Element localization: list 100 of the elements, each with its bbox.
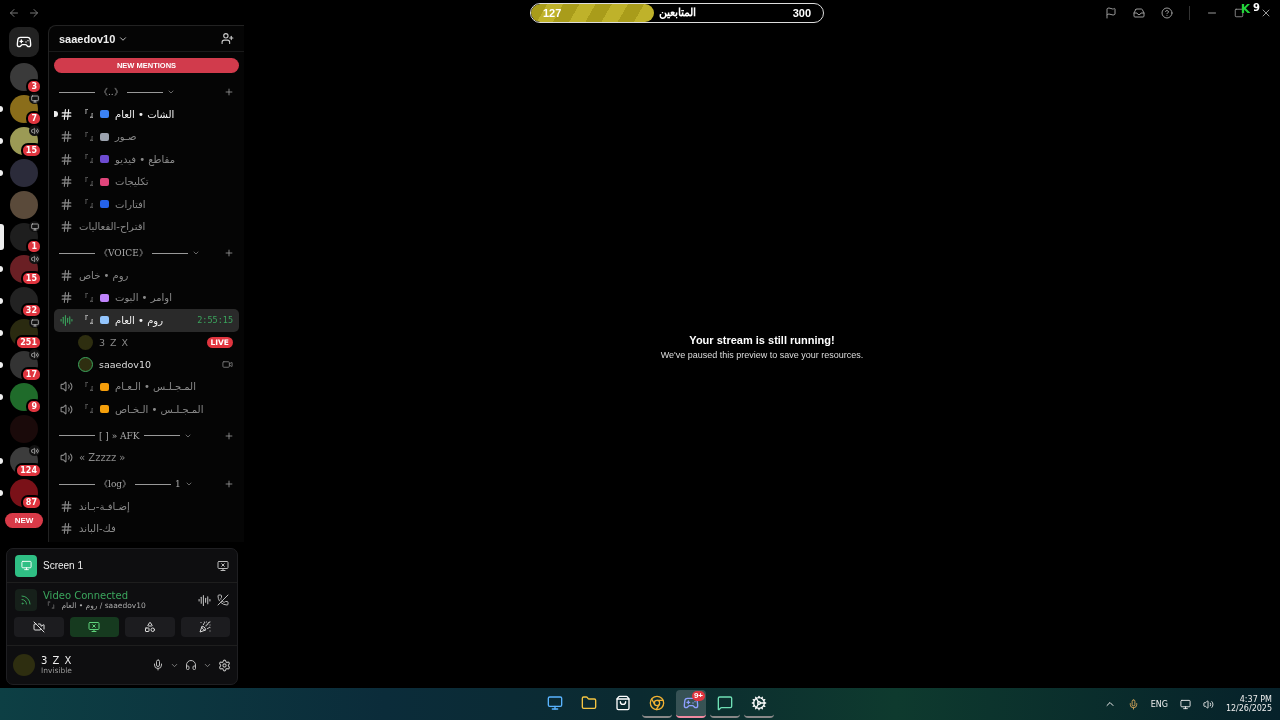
add-channel-icon[interactable] [224, 430, 234, 441]
inbox-icon[interactable] [1133, 6, 1145, 19]
connection-status: Video Connected [43, 589, 130, 601]
progress-current: 127 [543, 6, 562, 19]
hash-icon [60, 499, 73, 513]
add-channel-icon[interactable] [224, 248, 234, 258]
screen-avatar-icon [15, 554, 37, 577]
volume-icon[interactable] [1202, 698, 1214, 710]
clock-time[interactable]: 4:37 PM [1239, 695, 1272, 704]
audio-wave-icon [60, 313, 73, 327]
channel-name: الشات • العام [115, 108, 175, 120]
screen-share-icon [88, 621, 101, 633]
channel-name: فك-الباند [79, 523, 116, 535]
stop-stream-icon[interactable] [217, 559, 229, 572]
chevron-icon[interactable] [191, 249, 200, 257]
speaker-icon [60, 402, 73, 416]
camera-button[interactable] [14, 617, 64, 637]
channel-bracket: 『』 [79, 379, 99, 394]
channel-row[interactable]: 『』 صـور [54, 125, 239, 148]
headphones-button[interactable] [185, 659, 197, 671]
channel-row[interactable]: 『』 المـجـلـس • الـعـام [54, 375, 239, 398]
folder-icon [581, 695, 597, 711]
invite-icon[interactable] [221, 32, 234, 45]
hash-icon [60, 220, 73, 234]
category-name[interactable]: [ ] » AFK [99, 430, 140, 441]
progress-goal: 300 [792, 6, 811, 19]
channel-bracket: 『』 [79, 313, 99, 328]
channel-row[interactable]: فك-الباند [54, 517, 239, 540]
add-channel-icon[interactable] [224, 479, 234, 489]
channel-row[interactable]: إضـافـة-بـاند [54, 495, 239, 518]
channel-row[interactable]: « Zzzzz » [54, 446, 239, 469]
user-avatar [78, 357, 93, 372]
mention-count: 1 [26, 239, 42, 254]
chevron-icon[interactable] [166, 88, 175, 96]
clock-date[interactable]: 12/26/2025 [1225, 704, 1272, 713]
channel-name: مقاطع • فيديو [115, 153, 175, 165]
channel-row[interactable]: اقتراح-الفعاليات [54, 215, 239, 238]
channel-row[interactable]: 『』 مقاطع • فيديو [54, 148, 239, 171]
mention-count: 251 [15, 335, 42, 350]
overlay-letter: K [1240, 1, 1251, 16]
maximize-icon[interactable] [1234, 7, 1244, 18]
hash-icon [60, 197, 73, 211]
mention-count: 7 [26, 111, 42, 126]
mic-button[interactable] [152, 659, 164, 671]
chat-icon [717, 695, 733, 711]
app-logo[interactable] [9, 27, 39, 57]
call-timer: 2:55:15 [197, 315, 233, 326]
screen-button[interactable] [69, 617, 119, 637]
channel-row[interactable]: 『』 افتارات [54, 193, 239, 216]
channel-name: روم • خاص [79, 269, 129, 281]
help-icon[interactable] [1161, 6, 1173, 19]
language-indicator[interactable]: ENG [1150, 699, 1168, 709]
camera-off-icon [32, 621, 45, 633]
channel-name: افتارات [115, 198, 146, 210]
channel-row[interactable]: 『』 الشات • العام [54, 103, 239, 126]
add-channel-icon[interactable] [224, 87, 234, 97]
taskbar-app[interactable]: 9+ [676, 690, 706, 718]
settings-button[interactable] [218, 658, 231, 672]
network-icon[interactable] [1179, 698, 1191, 710]
mention-count: 87 [20, 495, 42, 510]
channel-name: تكليجات [115, 176, 149, 188]
mic-icon[interactable] [1127, 698, 1139, 710]
mention-count: 17 [20, 367, 42, 382]
category-count: 1 [175, 479, 181, 489]
mention-count: 32 [20, 303, 42, 318]
notification-badge: 9+ [691, 691, 705, 701]
channel-name: صـور [115, 131, 137, 143]
soundboard-button[interactable] [180, 617, 230, 637]
channel-row[interactable]: 『』 اوامر • البوت [54, 286, 239, 309]
channel-row[interactable]: 『』 المـجـلـس • الـخـاص [54, 398, 239, 421]
mention-count: 15 [20, 143, 42, 158]
flag-icon[interactable] [1105, 6, 1117, 19]
cog-icon [751, 695, 767, 711]
user-name[interactable]: saaedov10 [99, 359, 151, 370]
category-name[interactable]: 《VOICE》 [99, 246, 148, 260]
channel-name: اوامر • البوت [115, 292, 172, 304]
hash-icon [60, 522, 73, 536]
hash-icon [60, 152, 73, 166]
hash-icon [60, 268, 73, 282]
party-icon [199, 621, 212, 633]
category-name[interactable]: 《..》 [99, 85, 123, 99]
hash-icon [60, 107, 73, 121]
activities-button[interactable] [125, 617, 175, 637]
channel-name: اقتراح-الفعاليات [79, 221, 146, 233]
back-icon[interactable] [8, 6, 20, 19]
chevron-icon[interactable] [184, 480, 193, 488]
server-avatar[interactable] [10, 383, 38, 411]
new-unreads-pill[interactable]: NEW [4, 513, 44, 528]
user-name[interactable]: 3 Z X [99, 337, 130, 348]
category-name[interactable]: 《log》 [99, 477, 132, 491]
signal-icon [15, 589, 37, 611]
hang-up-icon[interactable] [217, 594, 229, 606]
shapes-icon [143, 621, 156, 633]
mention-count: 9 [26, 399, 42, 414]
channel-row[interactable]: روم • خاص [54, 264, 239, 287]
channel-name: روم • العام [115, 314, 163, 326]
server-avatar[interactable] [10, 63, 38, 91]
server-name[interactable]: saaedov10 [59, 32, 116, 45]
channel-row[interactable]: 『』 تكليجات [54, 170, 239, 193]
audio-wave-icon[interactable] [198, 593, 211, 607]
